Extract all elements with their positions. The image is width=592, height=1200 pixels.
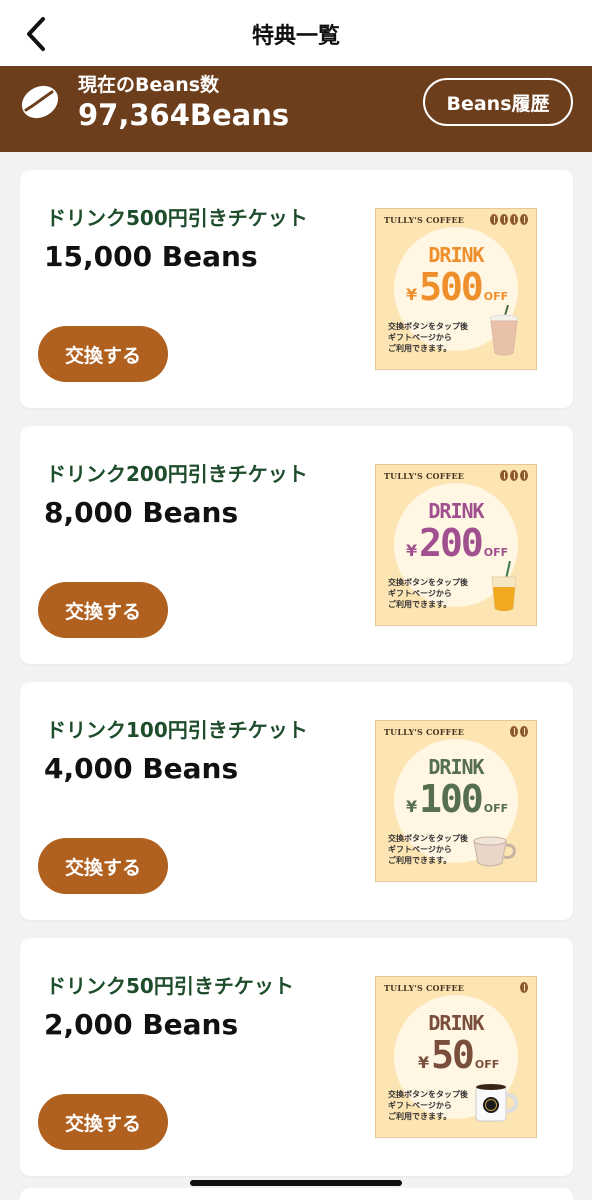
ticket-image: TULLY'S COFFEE DRINK ¥ 500 OFF 交換ボタンをタップ… bbox=[375, 208, 537, 370]
beans-banner: 現在のBeans数 97,364Beans Beans履歴 bbox=[0, 66, 592, 152]
ticket-amount-number: 50 bbox=[431, 1033, 475, 1077]
coffee-bean-icon bbox=[510, 470, 518, 481]
ticket-bean-rank bbox=[510, 726, 528, 737]
ticket-drink-label: DRINK bbox=[428, 499, 484, 523]
ticket-amount-number: 200 bbox=[419, 521, 484, 565]
beans-balance-label: 現在のBeans数 bbox=[78, 74, 220, 96]
drink-cup-icon bbox=[486, 560, 522, 617]
beans-balance-value: 97,364Beans bbox=[78, 98, 290, 132]
exchange-button[interactable]: 交換する bbox=[38, 326, 168, 382]
ticket-amount: ¥ 100 OFF bbox=[406, 777, 508, 821]
ticket-note-line: 交換ボタンをタップ後 bbox=[388, 1090, 468, 1099]
ticket-yen: ¥ bbox=[406, 797, 418, 816]
coffee-bean-icon bbox=[520, 214, 528, 225]
reward-title: ドリンク50円引きチケット bbox=[46, 974, 294, 998]
beans-history-button[interactable]: Beans履歴 bbox=[423, 78, 573, 126]
reward-card: ドリンク50円引きチケット 2,000 Beans 交換する TULLY'S C… bbox=[20, 938, 573, 1176]
reward-title: ドリンク500円引きチケット bbox=[46, 206, 308, 230]
ticket-amount: ¥ 50 OFF bbox=[418, 1033, 499, 1077]
reward-title: ドリンク100円引きチケット bbox=[46, 718, 308, 742]
ticket-bean-rank bbox=[490, 214, 528, 225]
ticket-note: 交換ボタンをタップ後 ギフトページから ご利用できます。 bbox=[388, 833, 468, 866]
ticket-yen: ¥ bbox=[418, 1053, 430, 1072]
ticket-off: OFF bbox=[483, 802, 509, 815]
exchange-button[interactable]: 交換する bbox=[38, 838, 168, 894]
page-title: 特典一覧 bbox=[251, 24, 340, 49]
ticket-drink-label: DRINK bbox=[428, 243, 484, 267]
tullys-logo: TULLY'S COFFEE bbox=[384, 215, 465, 225]
tullys-logo: TULLY'S COFFEE bbox=[384, 471, 465, 481]
reward-cost: 2,000 Beans bbox=[44, 1008, 239, 1041]
ticket-note-line: ご利用できます。 bbox=[388, 600, 452, 609]
ticket-bean-rank bbox=[520, 982, 528, 993]
exchange-button[interactable]: 交換する bbox=[38, 582, 168, 638]
ticket-off: OFF bbox=[474, 1058, 500, 1071]
reward-card: ドリンク500円引きチケット 15,000 Beans 交換する TULLY'S… bbox=[20, 170, 573, 408]
reward-cost: 4,000 Beans bbox=[44, 752, 239, 785]
coffee-bean-icon bbox=[520, 470, 528, 481]
ticket-image: TULLY'S COFFEE DRINK ¥ 50 OFF 交換ボタンをタップ後… bbox=[375, 976, 537, 1138]
tullys-logo: TULLY'S COFFEE bbox=[384, 983, 465, 993]
coffee-bean-icon bbox=[21, 85, 59, 119]
ticket-note: 交換ボタンをタップ後 ギフトページから ご利用できます。 bbox=[388, 577, 468, 610]
ticket-note-line: ギフトページから bbox=[388, 1101, 452, 1110]
ticket-amount-number: 500 bbox=[419, 265, 484, 309]
ticket-note: 交換ボタンをタップ後 ギフトページから ご利用できます。 bbox=[388, 1089, 468, 1122]
ticket-off: OFF bbox=[483, 290, 509, 303]
tullys-logo: TULLY'S COFFEE bbox=[384, 727, 465, 737]
reward-title: ドリンク200円引きチケット bbox=[46, 462, 308, 486]
ticket-note-line: 交換ボタンをタップ後 bbox=[388, 578, 468, 587]
home-indicator bbox=[190, 1180, 402, 1186]
reward-cost: 8,000 Beans bbox=[44, 496, 239, 529]
ticket-amount: ¥ 200 OFF bbox=[406, 521, 508, 565]
nav-bar: 特典一覧 bbox=[0, 0, 592, 66]
ticket-drink-label: DRINK bbox=[428, 755, 484, 779]
ticket-image: TULLY'S COFFEE DRINK ¥ 100 OFF 交換ボタンをタップ… bbox=[375, 720, 537, 882]
coffee-bean-icon bbox=[520, 726, 528, 737]
drink-cup-icon bbox=[470, 833, 522, 873]
ticket-bean-rank bbox=[500, 470, 528, 481]
next-card-partial bbox=[20, 1188, 573, 1200]
coffee-bean-icon bbox=[520, 982, 528, 993]
exchange-button[interactable]: 交換する bbox=[38, 1094, 168, 1150]
reward-cost: 15,000 Beans bbox=[44, 240, 258, 273]
ticket-yen: ¥ bbox=[406, 541, 418, 560]
coffee-bean-icon bbox=[510, 726, 518, 737]
coffee-bean-icon bbox=[500, 470, 508, 481]
ticket-note-line: ギフトページから bbox=[388, 589, 452, 598]
ticket-note-line: ご利用できます。 bbox=[388, 344, 452, 353]
coffee-bean-icon bbox=[490, 214, 498, 225]
ticket-amount-number: 100 bbox=[419, 777, 484, 821]
ticket-note-line: 交換ボタンをタップ後 bbox=[388, 322, 468, 331]
drink-cup-icon bbox=[486, 304, 522, 361]
ticket-note: 交換ボタンをタップ後 ギフトページから ご利用できます。 bbox=[388, 321, 468, 354]
drink-cup-icon bbox=[470, 1081, 522, 1129]
ticket-off: OFF bbox=[483, 546, 509, 559]
ticket-drink-label: DRINK bbox=[428, 1011, 484, 1035]
ticket-note-line: ご利用できます。 bbox=[388, 1112, 452, 1121]
ticket-yen: ¥ bbox=[406, 285, 418, 304]
ticket-note-line: ギフトページから bbox=[388, 333, 452, 342]
reward-card: ドリンク100円引きチケット 4,000 Beans 交換する TULLY'S … bbox=[20, 682, 573, 920]
ticket-amount: ¥ 500 OFF bbox=[406, 265, 508, 309]
ticket-note-line: 交換ボタンをタップ後 bbox=[388, 834, 468, 843]
ticket-note-line: ご利用できます。 bbox=[388, 856, 452, 865]
coffee-bean-icon bbox=[500, 214, 508, 225]
coffee-bean-icon bbox=[510, 214, 518, 225]
ticket-note-line: ギフトページから bbox=[388, 845, 452, 854]
reward-card: ドリンク200円引きチケット 8,000 Beans 交換する TULLY'S … bbox=[20, 426, 573, 664]
ticket-image: TULLY'S COFFEE DRINK ¥ 200 OFF 交換ボタンをタップ… bbox=[375, 464, 537, 626]
